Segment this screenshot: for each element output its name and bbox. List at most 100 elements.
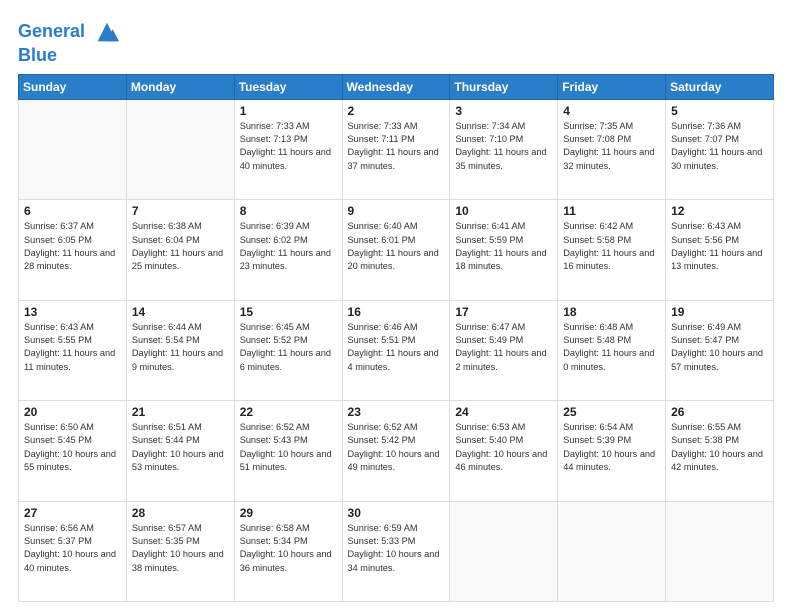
calendar-cell: 11Sunrise: 6:42 AM Sunset: 5:58 PM Dayli… [558, 200, 666, 300]
day-number: 10 [455, 204, 552, 218]
day-info: Sunrise: 6:51 AM Sunset: 5:44 PM Dayligh… [132, 421, 229, 474]
day-info: Sunrise: 6:44 AM Sunset: 5:54 PM Dayligh… [132, 321, 229, 374]
day-number: 30 [348, 506, 445, 520]
calendar-cell: 6Sunrise: 6:37 AM Sunset: 6:05 PM Daylig… [19, 200, 127, 300]
header: General Blue [18, 18, 774, 66]
calendar-cell: 26 Sunrise: 6:55 AM Sunset: 5:38 PM Dayli… [666, 401, 774, 501]
day-info: Sunrise: 6:41 AM Sunset: 5:59 PM Dayligh… [455, 220, 552, 273]
calendar-body: 1 Sunrise: 7:33 AM Sunset: 7:13 PM Daylig… [19, 99, 774, 601]
day-number: 6 [24, 204, 121, 218]
day-number: 21 [132, 405, 229, 419]
calendar-cell [558, 501, 666, 601]
day-info: Sunrise: 6:39 AM Sunset: 6:02 PM Dayligh… [240, 220, 337, 273]
calendar-week-row: 20Sunrise: 6:50 AM Sunset: 5:45 PM Dayli… [19, 401, 774, 501]
calendar-cell [126, 99, 234, 199]
day-number: 23 [348, 405, 445, 419]
day-number: 25 [563, 405, 660, 419]
day-number: 26 [671, 405, 768, 419]
logo-blue: Blue [18, 46, 121, 66]
calendar-cell: 21 Sunrise: 6:51 AM Sunset: 5:44 PM Dayli… [126, 401, 234, 501]
weekday-header: Monday [126, 74, 234, 99]
page: General Blue SundayMondayTuesdayWednesda… [0, 0, 792, 612]
weekday-header: Sunday [19, 74, 127, 99]
weekday-header: Tuesday [234, 74, 342, 99]
calendar-cell: 19 Sunrise: 6:49 AM Sunset: 5:47 PM Dayli… [666, 300, 774, 400]
logo-icon [93, 18, 121, 46]
day-info: Sunrise: 7:33 AM Sunset: 7:11 PM Dayligh… [348, 120, 445, 173]
day-info: Sunrise: 6:58 AM Sunset: 5:34 PM Dayligh… [240, 522, 337, 575]
calendar-cell: 17 Sunrise: 6:47 AM Sunset: 5:49 PM Dayli… [450, 300, 558, 400]
day-number: 9 [348, 204, 445, 218]
calendar-cell: 16Sunrise: 6:46 AM Sunset: 5:51 PM Dayli… [342, 300, 450, 400]
day-number: 11 [563, 204, 660, 218]
day-number: 22 [240, 405, 337, 419]
day-info: Sunrise: 6:48 AM Sunset: 5:48 PM Dayligh… [563, 321, 660, 374]
day-info: Sunrise: 6:54 AM Sunset: 5:39 PM Dayligh… [563, 421, 660, 474]
day-number: 12 [671, 204, 768, 218]
calendar-cell: 9 Sunrise: 6:40 AM Sunset: 6:01 PM Daylig… [342, 200, 450, 300]
calendar-cell: 30 Sunrise: 6:59 AM Sunset: 5:33 PM Dayli… [342, 501, 450, 601]
day-info: Sunrise: 6:43 AM Sunset: 5:55 PM Dayligh… [24, 321, 121, 374]
day-number: 28 [132, 506, 229, 520]
calendar-cell: 29 Sunrise: 6:58 AM Sunset: 5:34 PM Dayli… [234, 501, 342, 601]
day-info: Sunrise: 6:49 AM Sunset: 5:47 PM Dayligh… [671, 321, 768, 374]
weekday-header: Wednesday [342, 74, 450, 99]
day-info: Sunrise: 6:59 AM Sunset: 5:33 PM Dayligh… [348, 522, 445, 575]
calendar-cell: 4Sunrise: 7:35 AM Sunset: 7:08 PM Daylig… [558, 99, 666, 199]
day-info: Sunrise: 6:55 AM Sunset: 5:38 PM Dayligh… [671, 421, 768, 474]
day-info: Sunrise: 6:47 AM Sunset: 5:49 PM Dayligh… [455, 321, 552, 374]
day-info: Sunrise: 6:50 AM Sunset: 5:45 PM Dayligh… [24, 421, 121, 474]
calendar-cell: 25 Sunrise: 6:54 AM Sunset: 5:39 PM Dayli… [558, 401, 666, 501]
calendar-table: SundayMondayTuesdayWednesdayThursdayFrid… [18, 74, 774, 602]
day-number: 1 [240, 104, 337, 118]
calendar-cell: 27 Sunrise: 6:56 AM Sunset: 5:37 PM Dayli… [19, 501, 127, 601]
calendar-cell: 14 Sunrise: 6:44 AM Sunset: 5:54 PM Dayli… [126, 300, 234, 400]
calendar-cell [450, 501, 558, 601]
day-info: Sunrise: 7:33 AM Sunset: 7:13 PM Dayligh… [240, 120, 337, 173]
calendar-cell: 1 Sunrise: 7:33 AM Sunset: 7:13 PM Daylig… [234, 99, 342, 199]
day-number: 14 [132, 305, 229, 319]
calendar-cell: 28 Sunrise: 6:57 AM Sunset: 5:35 PM Dayli… [126, 501, 234, 601]
day-number: 8 [240, 204, 337, 218]
weekday-header: Friday [558, 74, 666, 99]
day-info: Sunrise: 6:43 AM Sunset: 5:56 PM Dayligh… [671, 220, 768, 273]
calendar-cell: 3Sunrise: 7:34 AM Sunset: 7:10 PM Daylig… [450, 99, 558, 199]
day-number: 4 [563, 104, 660, 118]
calendar-cell: 22 Sunrise: 6:52 AM Sunset: 5:43 PM Dayli… [234, 401, 342, 501]
calendar-cell: 7Sunrise: 6:38 AM Sunset: 6:04 PM Daylig… [126, 200, 234, 300]
weekday-header: Saturday [666, 74, 774, 99]
day-number: 15 [240, 305, 337, 319]
calendar-cell: 2Sunrise: 7:33 AM Sunset: 7:11 PM Daylig… [342, 99, 450, 199]
day-info: Sunrise: 6:46 AM Sunset: 5:51 PM Dayligh… [348, 321, 445, 374]
calendar-cell: 10 Sunrise: 6:41 AM Sunset: 5:59 PM Dayli… [450, 200, 558, 300]
day-number: 19 [671, 305, 768, 319]
day-info: Sunrise: 7:36 AM Sunset: 7:07 PM Dayligh… [671, 120, 768, 173]
calendar-cell [19, 99, 127, 199]
calendar-week-row: 6Sunrise: 6:37 AM Sunset: 6:05 PM Daylig… [19, 200, 774, 300]
calendar-week-row: 1 Sunrise: 7:33 AM Sunset: 7:13 PM Daylig… [19, 99, 774, 199]
day-info: Sunrise: 6:38 AM Sunset: 6:04 PM Dayligh… [132, 220, 229, 273]
calendar-cell: 13 Sunrise: 6:43 AM Sunset: 5:55 PM Dayli… [19, 300, 127, 400]
day-number: 17 [455, 305, 552, 319]
day-info: Sunrise: 6:52 AM Sunset: 5:42 PM Dayligh… [348, 421, 445, 474]
calendar-cell: 24Sunrise: 6:53 AM Sunset: 5:40 PM Dayli… [450, 401, 558, 501]
calendar-week-row: 27 Sunrise: 6:56 AM Sunset: 5:37 PM Dayli… [19, 501, 774, 601]
day-info: Sunrise: 6:52 AM Sunset: 5:43 PM Dayligh… [240, 421, 337, 474]
day-number: 29 [240, 506, 337, 520]
day-info: Sunrise: 6:40 AM Sunset: 6:01 PM Dayligh… [348, 220, 445, 273]
day-number: 3 [455, 104, 552, 118]
calendar-cell: 8 Sunrise: 6:39 AM Sunset: 6:02 PM Daylig… [234, 200, 342, 300]
calendar-cell: 18 Sunrise: 6:48 AM Sunset: 5:48 PM Dayli… [558, 300, 666, 400]
day-number: 27 [24, 506, 121, 520]
logo-general: General [18, 21, 85, 41]
logo-text: General [18, 18, 121, 46]
calendar-cell: 20Sunrise: 6:50 AM Sunset: 5:45 PM Dayli… [19, 401, 127, 501]
day-info: Sunrise: 6:56 AM Sunset: 5:37 PM Dayligh… [24, 522, 121, 575]
calendar-cell: 12 Sunrise: 6:43 AM Sunset: 5:56 PM Dayli… [666, 200, 774, 300]
day-info: Sunrise: 6:53 AM Sunset: 5:40 PM Dayligh… [455, 421, 552, 474]
logo: General Blue [18, 18, 121, 66]
calendar-week-row: 13 Sunrise: 6:43 AM Sunset: 5:55 PM Dayli… [19, 300, 774, 400]
day-info: Sunrise: 6:57 AM Sunset: 5:35 PM Dayligh… [132, 522, 229, 575]
day-number: 18 [563, 305, 660, 319]
day-number: 13 [24, 305, 121, 319]
